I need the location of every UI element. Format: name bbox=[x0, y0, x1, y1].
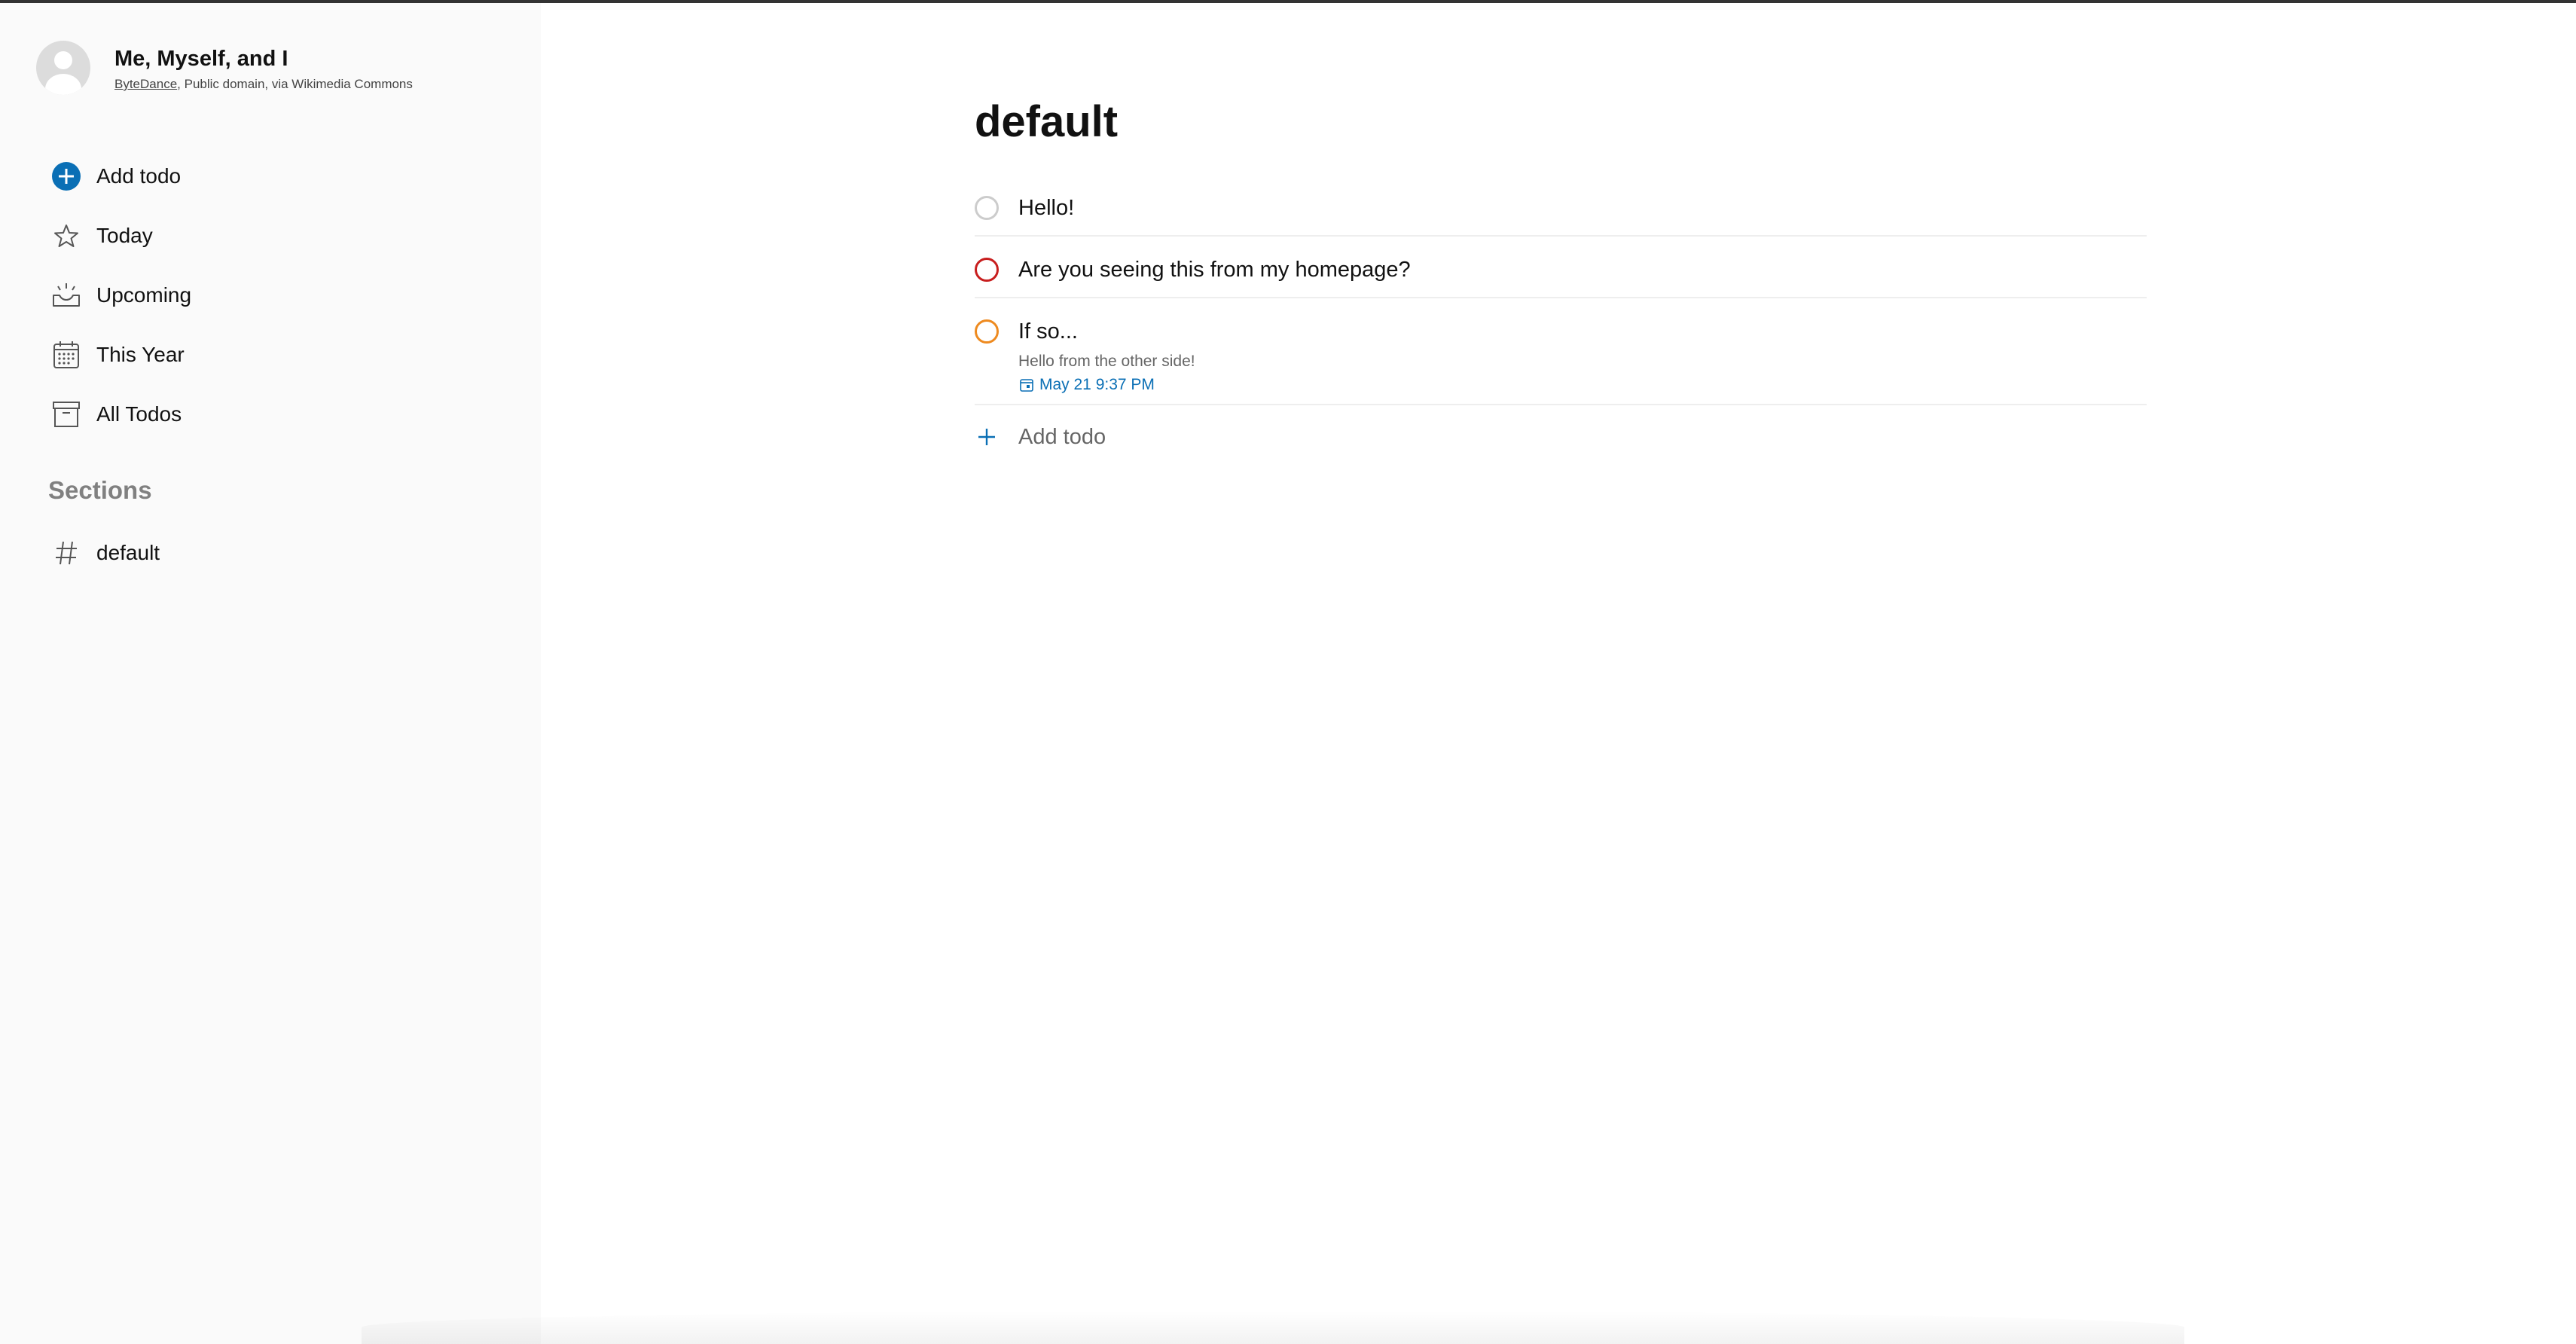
sidebar-item-label: Today bbox=[96, 223, 153, 247]
sections-list: default bbox=[48, 523, 515, 582]
sections-heading: Sections bbox=[48, 476, 152, 504]
sidebar-item-all-todos[interactable]: All Todos bbox=[48, 384, 515, 444]
avatar-body-shape bbox=[45, 74, 81, 95]
sidebar-item-upcoming[interactable]: Upcoming bbox=[48, 265, 515, 325]
page-title: default bbox=[975, 97, 1119, 146]
sidebar-item-section-default[interactable]: default bbox=[48, 523, 515, 582]
todo-title[interactable]: Are you seeing this from my homepage? bbox=[1018, 258, 1411, 283]
add-circle-icon bbox=[48, 158, 84, 194]
sidebar-nav: Add todo Today Upcoming This Year All To… bbox=[48, 146, 515, 444]
window-bottom-shadow bbox=[362, 1311, 2184, 1344]
credit-link[interactable]: ByteDance bbox=[114, 77, 177, 91]
star-icon bbox=[48, 218, 84, 254]
due-calendar-icon bbox=[1018, 377, 1035, 393]
avatar-head-shape bbox=[54, 51, 72, 69]
archive-icon bbox=[48, 396, 84, 432]
avatar[interactable] bbox=[36, 41, 90, 95]
todo-checkbox[interactable] bbox=[975, 319, 999, 344]
profile-name: Me, Myself, and I bbox=[114, 47, 288, 71]
sidebar-item-label: Upcoming bbox=[96, 283, 192, 307]
hash-icon bbox=[48, 535, 84, 571]
profile-credit: ByteDance, Public domain, via Wikimedia … bbox=[114, 77, 413, 92]
todo-checkbox[interactable] bbox=[975, 258, 999, 282]
todo-title[interactable]: Hello! bbox=[1018, 196, 1074, 221]
profile: Me, Myself, and I ByteDance, Public doma… bbox=[36, 41, 518, 101]
sidebar-item-label: All Todos bbox=[96, 402, 182, 426]
sidebar-item-label: This Year bbox=[96, 342, 185, 366]
todo-title[interactable]: If so... bbox=[1018, 319, 1078, 344]
todo-due-label: May 21 9:37 PM bbox=[1039, 376, 1155, 393]
todo-list: Hello! Are you seeing this from my homep… bbox=[975, 175, 2147, 469]
add-todo-label: Add todo bbox=[1018, 424, 1106, 449]
sidebar-item-label: default bbox=[96, 540, 160, 564]
sidebar-item-this-year[interactable]: This Year bbox=[48, 325, 515, 384]
todo-checkbox[interactable] bbox=[975, 196, 999, 220]
sidebar-item-add-todo[interactable]: Add todo bbox=[48, 146, 515, 206]
todo-item[interactable]: Hello! bbox=[975, 175, 2147, 237]
calendar-icon bbox=[48, 337, 84, 373]
sunrise-icon bbox=[48, 277, 84, 313]
sidebar-item-label: Add todo bbox=[96, 163, 182, 188]
add-todo-button[interactable]: Add todo bbox=[975, 405, 2147, 469]
todo-item[interactable]: If so... Hello from the other side! May … bbox=[975, 298, 2147, 405]
plus-icon bbox=[975, 425, 999, 449]
sidebar-item-today[interactable]: Today bbox=[48, 206, 515, 265]
todo-due-date[interactable]: May 21 9:37 PM bbox=[1018, 376, 1155, 394]
todo-description: Hello from the other side! bbox=[1018, 353, 1195, 370]
todo-item[interactable]: Are you seeing this from my homepage? bbox=[975, 237, 2147, 298]
credit-text: , Public domain, via Wikimedia Commons bbox=[177, 77, 413, 91]
sidebar: Me, Myself, and I ByteDance, Public doma… bbox=[0, 3, 541, 1344]
